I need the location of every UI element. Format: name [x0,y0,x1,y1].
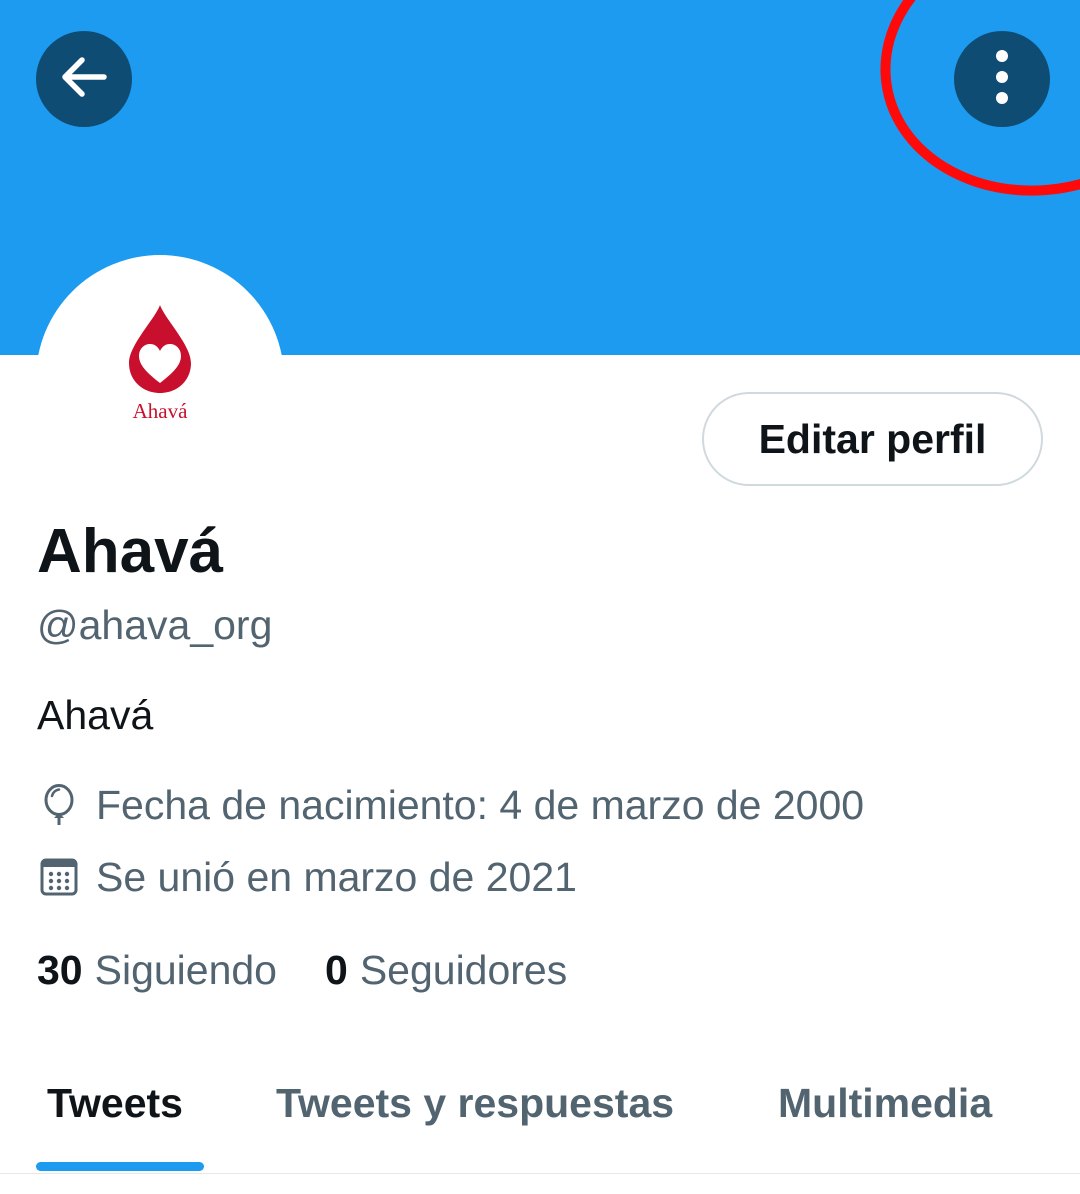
following-label: Siguiendo [94,947,277,993]
display-name: Ahavá [37,517,224,586]
arrow-left-icon [56,49,112,110]
more-vertical-icon [992,47,1012,112]
joined-text: Se unió en marzo de 2021 [96,854,577,900]
balloon-icon [37,783,81,827]
profile-page: Ahavá Editar perfil Ahavá @ahava_org Aha… [0,0,1080,1194]
followers-count: 0 [325,947,348,993]
edit-profile-button[interactable]: Editar perfil [702,392,1043,486]
following-count: 30 [37,947,83,993]
calendar-icon [37,855,81,899]
avatar-logo-text: Ahavá [132,399,188,423]
joined-row: Se unió en marzo de 2021 [37,852,577,902]
avatar[interactable]: Ahavá [36,255,284,503]
tab-media[interactable]: Multimedia [778,1078,992,1128]
profile-tabs: Tweets Tweets y respuestas Multimedia [0,1060,1080,1174]
followers-label: Seguidores [359,947,568,993]
back-button[interactable] [36,31,132,127]
birthdate-text: Fecha de nacimiento: 4 de marzo de 2000 [96,782,865,828]
profile-stats: 30 Siguiendo 0 Seguidores [37,945,615,995]
blood-drop-heart-logo [129,305,191,393]
active-tab-indicator [36,1162,204,1171]
following-link[interactable]: 30 Siguiendo [37,945,277,995]
profile-handle: @ahava_org [37,602,273,648]
profile-bio: Ahavá [37,692,154,738]
tab-tweets[interactable]: Tweets [47,1078,183,1128]
tab-tweets-and-replies[interactable]: Tweets y respuestas [276,1078,674,1128]
birthdate-row: Fecha de nacimiento: 4 de marzo de 2000 [37,780,864,830]
more-options-button[interactable] [954,31,1050,127]
followers-link[interactable]: 0 Seguidores [325,945,567,995]
